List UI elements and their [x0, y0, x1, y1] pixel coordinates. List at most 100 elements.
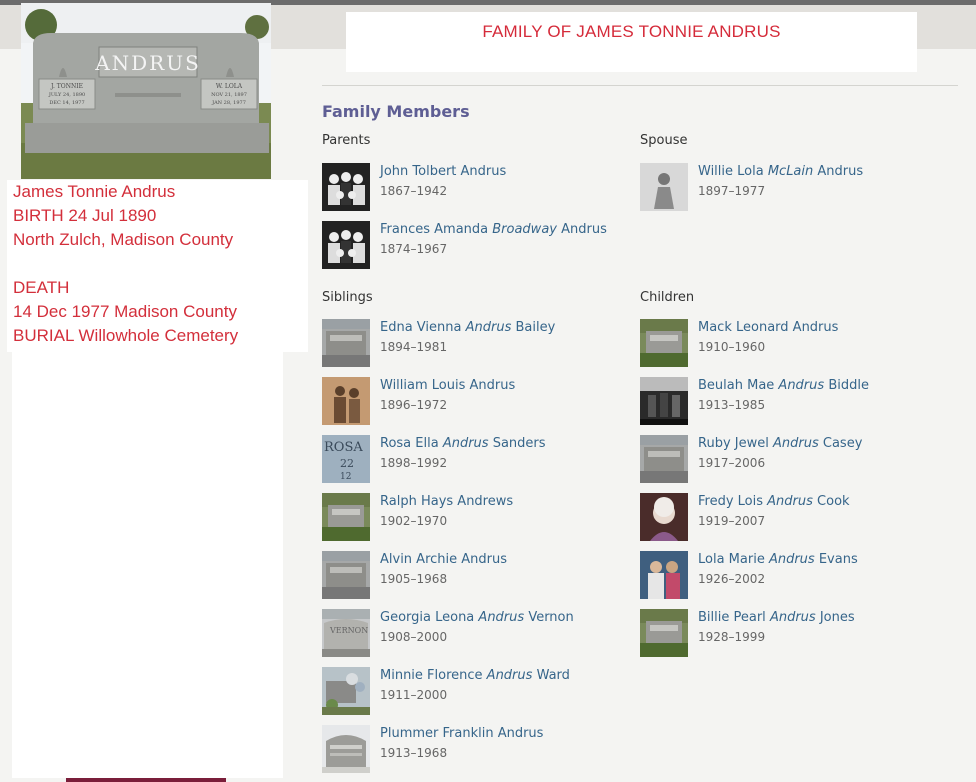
last-name: Jones	[819, 610, 855, 625]
siblings-person[interactable]: Ralph Hays Andrews 1902–1970	[322, 493, 622, 543]
svg-text:22: 22	[340, 457, 354, 470]
family-members-heading: Family Members	[322, 102, 470, 121]
left-plate-line-2: JULY 24, 1890	[48, 92, 85, 98]
person-name-link[interactable]: Lola Marie Andrus Evans	[698, 552, 858, 567]
first-names: Fredy Lois	[698, 494, 768, 509]
person-dates: 1894–1981	[380, 340, 448, 354]
children-person[interactable]: Fredy Lois Andrus Cook 1919–2007	[640, 493, 940, 543]
person-thumbnail[interactable]	[640, 493, 688, 541]
last-name: Andrus	[817, 164, 864, 179]
person-name-link[interactable]: Fredy Lois Andrus Cook	[698, 494, 850, 509]
first-names: Georgia Leona	[380, 610, 479, 625]
person-thumbnail[interactable]	[640, 319, 688, 367]
person-name-link[interactable]: Willie Lola McLain Andrus	[698, 164, 863, 179]
children-person[interactable]: Ruby Jewel Andrus Casey 1917–2006	[640, 435, 940, 485]
parents-person[interactable]: Frances Amanda Broadway Andrus 1874–1967	[322, 221, 622, 271]
maiden-name: Andrus	[465, 320, 512, 335]
first-names: William Louis	[380, 378, 470, 393]
first-names: Billie Pearl	[698, 610, 770, 625]
last-name: Andrus	[561, 222, 607, 237]
svg-text:12: 12	[340, 472, 351, 482]
person-name-link[interactable]: Georgia Leona Andrus Vernon	[380, 610, 574, 625]
person-name-link[interactable]: Ralph Hays Andrews	[380, 494, 513, 509]
death-label: DEATH	[13, 278, 70, 297]
person-thumbnail[interactable]	[322, 377, 370, 425]
person-dates: 1867–1942	[380, 184, 448, 198]
last-name: Andrus	[469, 378, 516, 393]
siblings-person[interactable]: William Louis Andrus 1896–1972	[322, 377, 622, 427]
person-thumbnail[interactable]	[322, 319, 370, 367]
person-name-link[interactable]: John Tolbert Andrus	[380, 164, 506, 179]
last-name: Andrus	[792, 320, 839, 335]
person-dates: 1905–1968	[380, 572, 448, 586]
person-thumbnail[interactable]: VERNON	[322, 609, 370, 657]
last-name: Evans	[818, 552, 858, 567]
last-name: Andrus	[460, 164, 507, 179]
person-name-link[interactable]: Alvin Archie Andrus	[380, 552, 507, 567]
svg-text:ROSA: ROSA	[324, 440, 363, 455]
person-thumbnail[interactable]	[322, 221, 370, 269]
last-name: Biddle	[828, 378, 869, 393]
person-name-link[interactable]: Mack Leonard Andrus	[698, 320, 838, 335]
person-thumbnail[interactable]	[322, 725, 370, 773]
person-thumbnail[interactable]	[322, 551, 370, 599]
first-names: Willie Lola	[698, 164, 768, 179]
person-dates: 1928–1999	[698, 630, 766, 644]
first-names: Edna Vienna	[380, 320, 466, 335]
first-names: Ralph Hays	[380, 494, 458, 509]
person-thumbnail[interactable]	[640, 551, 688, 599]
person-thumbnail[interactable]: ROSA 22 12	[322, 435, 370, 483]
person-name-link[interactable]: William Louis Andrus	[380, 378, 515, 393]
last-name: Bailey	[515, 320, 556, 335]
person-thumbnail[interactable]	[640, 609, 688, 657]
children-person[interactable]: Billie Pearl Andrus Jones 1928–1999	[640, 609, 940, 659]
person-thumbnail[interactable]	[640, 435, 688, 483]
siblings-person[interactable]: VERNON Georgia Leona Andrus Vernon 1908–20…	[322, 609, 622, 659]
last-name: Andrus	[497, 726, 544, 741]
person-thumbnail[interactable]	[640, 377, 688, 425]
spouse-person[interactable]: Willie Lola McLain Andrus 1897–1977	[640, 163, 940, 213]
siblings-person[interactable]: Edna Vienna Andrus Bailey 1894–1981	[322, 319, 622, 369]
first-names: John Tolbert	[380, 164, 461, 179]
first-names: Frances Amanda	[380, 222, 493, 237]
maiden-name: Andrus	[767, 494, 813, 509]
siblings-heading: Siblings	[322, 290, 373, 305]
person-thumbnail[interactable]	[322, 493, 370, 541]
headstone-image: ANDRUS J. TONNIE JULY 24, 1890 DEC 14, 1…	[21, 3, 271, 179]
person-thumbnail[interactable]	[322, 163, 370, 211]
last-name: Andrews	[457, 494, 514, 509]
parents-person[interactable]: John Tolbert Andrus 1867–1942	[322, 163, 622, 213]
person-thumbnail[interactable]	[640, 163, 688, 211]
burial-place: BURIAL Willowhole Cemetery	[13, 326, 239, 345]
headstone-photo[interactable]: ANDRUS J. TONNIE JULY 24, 1890 DEC 14, 1…	[21, 3, 271, 179]
siblings-person[interactable]: ROSA 22 12 Rosa Ella Andrus Sanders 1898–199…	[322, 435, 622, 485]
first-names: Beulah Mae	[698, 378, 779, 393]
person-name-link[interactable]: Beulah Mae Andrus Biddle	[698, 378, 869, 393]
person-name-link[interactable]: Minnie Florence Andrus Ward	[380, 668, 570, 683]
svg-text:VERNON: VERNON	[329, 626, 368, 635]
last-name: Vernon	[528, 610, 574, 625]
first-names: Rosa Ella	[380, 436, 443, 451]
children-person[interactable]: Mack Leonard Andrus 1910–1960	[640, 319, 940, 369]
person-dates: 1910–1960	[698, 340, 766, 354]
person-name-link[interactable]: Frances Amanda Broadway Andrus	[380, 222, 607, 237]
person-name-link[interactable]: Edna Vienna Andrus Bailey	[380, 320, 555, 335]
maiden-name: Andrus	[768, 552, 815, 567]
children-person[interactable]: Lola Marie Andrus Evans 1926–2002	[640, 551, 940, 601]
person-name-link[interactable]: Plummer Franklin Andrus	[380, 726, 543, 741]
person-name-link[interactable]: Billie Pearl Andrus Jones	[698, 610, 855, 625]
siblings-person[interactable]: Minnie Florence Andrus Ward 1911–2000	[322, 667, 622, 717]
first-names: Mack Leonard	[698, 320, 793, 335]
person-name-link[interactable]: Ruby Jewel Andrus Casey	[698, 436, 862, 451]
person-name-link[interactable]: Rosa Ella Andrus Sanders	[380, 436, 546, 451]
spouse-heading: Spouse	[640, 133, 688, 148]
page-title: FAMILY OF JAMES TONNIE ANDRUS	[482, 22, 781, 41]
children-person[interactable]: Beulah Mae Andrus Biddle 1913–1985	[640, 377, 940, 427]
first-names: Plummer Franklin	[380, 726, 498, 741]
person-thumbnail[interactable]	[322, 667, 370, 715]
divider	[322, 85, 958, 86]
siblings-person[interactable]: Plummer Franklin Andrus 1913–1968	[322, 725, 622, 775]
siblings-person[interactable]: Alvin Archie Andrus 1905–1968	[322, 551, 622, 601]
person-dates: 1919–2007	[698, 514, 766, 528]
